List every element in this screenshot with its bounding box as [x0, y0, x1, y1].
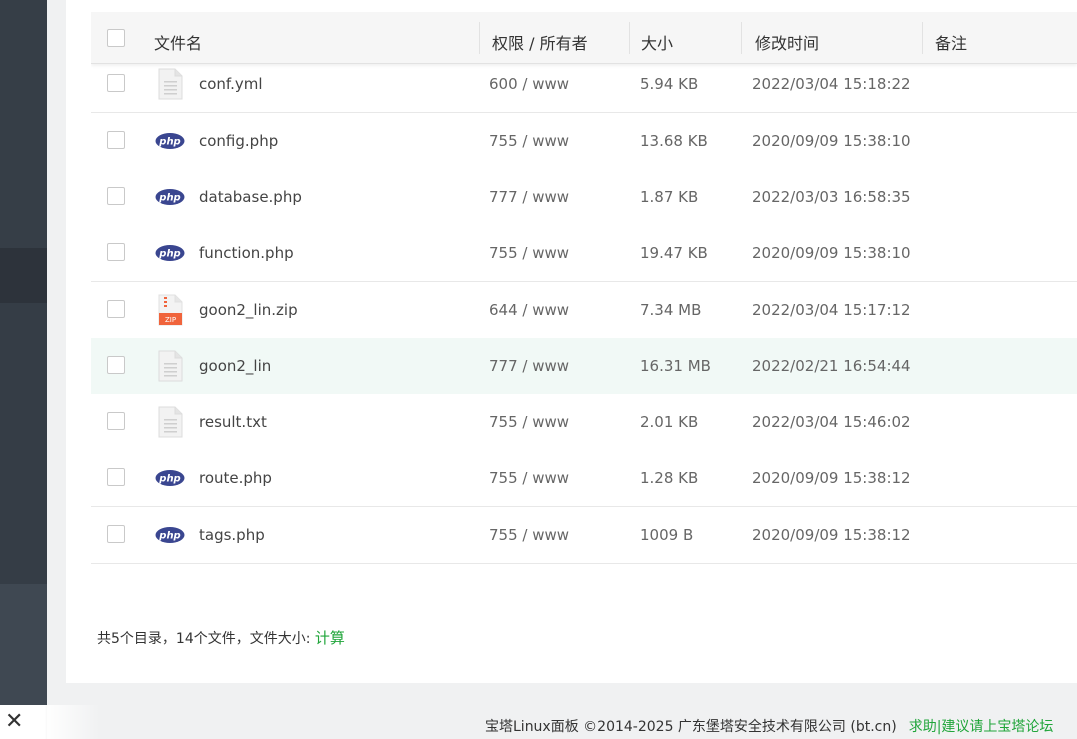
file-permission[interactable]: 755 / www	[489, 132, 569, 150]
table-row[interactable]: ZIP goon2_lin.zip 644 / www 7.34 MB 2022/03/…	[91, 281, 1077, 339]
row-checkbox[interactable]	[107, 299, 125, 318]
header-remark[interactable]: 备注	[935, 30, 967, 54]
column-divider[interactable]	[479, 22, 480, 54]
table-row[interactable]: php route.php 755 / www 1.28 KB 2020/09/09 1…	[91, 450, 1077, 508]
file-size: 16.31 MB	[640, 356, 711, 375]
directory-summary: 共5个目录，14个文件，文件大小: 计算	[97, 627, 345, 648]
php-file-icon: php	[155, 181, 185, 213]
copyright-text: 宝塔Linux面板 ©2014-2025 广东堡塔安全技术有限公司 (bt.cn…	[485, 719, 897, 735]
file-name[interactable]: conf.yml	[199, 75, 263, 93]
generic-file-icon	[155, 406, 185, 438]
file-modified-time: 2020/09/09 15:38:10	[752, 131, 911, 150]
file-name[interactable]: tags.php	[199, 526, 265, 544]
file-name[interactable]: function.php	[199, 244, 294, 262]
file-modified-time: 2022/03/04 15:17:12	[752, 300, 911, 319]
sidebar	[0, 0, 47, 739]
file-size: 5.94 KB	[640, 75, 699, 94]
file-size: 2.01 KB	[640, 413, 699, 432]
svg-text:php: php	[158, 474, 180, 485]
file-table: phpcommon.php755 / www36.88 KB2020/09/09…	[91, 12, 1077, 594]
file-size: 1009 B	[640, 525, 694, 544]
file-permission[interactable]: 777 / www	[489, 188, 569, 206]
header-filename[interactable]: 文件名	[154, 30, 202, 54]
sidebar-section[interactable]	[0, 303, 47, 584]
forum-help-link[interactable]: 求助|建议请上宝塔论坛	[909, 719, 1054, 735]
php-file-icon: php	[155, 462, 185, 494]
file-permission[interactable]: 755 / www	[489, 469, 569, 487]
file-permission[interactable]: 755 / www	[489, 413, 569, 431]
row-checkbox[interactable]	[107, 468, 125, 487]
generic-file-icon	[155, 350, 185, 382]
svg-text:ZIP: ZIP	[165, 316, 176, 324]
file-size: 1.87 KB	[640, 187, 699, 206]
row-checkbox[interactable]	[107, 186, 125, 205]
content-gutter	[47, 0, 66, 683]
file-permission[interactable]: 755 / www	[489, 526, 569, 544]
file-permission[interactable]: 755 / www	[489, 244, 569, 262]
row-checkbox[interactable]	[107, 243, 125, 262]
table-row[interactable]: goon2_lin 777 / www 16.31 MB 2022/02/21 16:…	[91, 337, 1077, 395]
file-name[interactable]: database.php	[199, 188, 302, 206]
calculate-size-link[interactable]: 计算	[315, 629, 345, 647]
zip-file-icon: ZIP	[155, 294, 185, 326]
svg-text:php: php	[158, 192, 180, 203]
file-modified-time: 2022/03/04 15:18:22	[752, 75, 911, 94]
file-modified-time: 2020/09/09 15:38:10	[752, 244, 911, 263]
column-divider[interactable]	[629, 22, 630, 54]
table-row[interactable]: php config.php 755 / www 13.68 KB 2020/09/09…	[91, 112, 1077, 170]
table-row[interactable]: php function.php 755 / www 19.47 KB 2020/09/…	[91, 225, 1077, 283]
row-checkbox[interactable]	[107, 412, 125, 431]
row-checkbox[interactable]	[107, 74, 125, 93]
file-size: 1.28 KB	[640, 469, 699, 488]
file-table-header: 文件名 权限 / 所有者 大小 修改时间 备注	[91, 12, 1077, 64]
sidebar-item-active[interactable]	[0, 248, 47, 303]
close-icon[interactable]: ✕	[5, 711, 23, 733]
table-row[interactable]: conf.yml 600 / www 5.94 KB 2022/03/04 15:18…	[91, 56, 1077, 114]
php-file-icon: php	[155, 237, 185, 269]
generic-file-icon	[155, 68, 185, 100]
page-footer: 宝塔Linux面板 ©2014-2025 广东堡塔安全技术有限公司 (bt.cn…	[485, 716, 1053, 736]
svg-text:php: php	[158, 530, 180, 541]
header-size[interactable]: 大小	[641, 30, 673, 54]
file-modified-time: 2020/09/09 15:38:12	[752, 469, 911, 488]
php-file-icon: php	[155, 125, 185, 157]
header-modified-time[interactable]: 修改时间	[755, 30, 819, 54]
summary-text: 共5个目录，14个文件，文件大小:	[97, 631, 315, 647]
column-divider[interactable]	[922, 22, 923, 54]
file-permission[interactable]: 644 / www	[489, 301, 569, 319]
row-checkbox[interactable]	[107, 355, 125, 374]
php-file-icon: php	[155, 519, 185, 551]
sidebar-section[interactable]	[0, 0, 47, 248]
close-button[interactable]: ✕	[0, 705, 100, 739]
file-permission[interactable]: 600 / www	[489, 75, 569, 93]
file-modified-time: 2022/02/21 16:54:44	[752, 356, 911, 375]
file-modified-time: 2022/03/03 16:58:35	[752, 187, 911, 206]
file-size: 13.68 KB	[640, 131, 708, 150]
table-row[interactable]: php database.php 777 / www 1.87 KB 2022/03/0…	[91, 168, 1077, 226]
column-divider[interactable]	[741, 22, 742, 54]
file-size: 7.34 MB	[640, 300, 702, 319]
file-permission[interactable]: 777 / www	[489, 357, 569, 375]
file-name[interactable]: result.txt	[199, 413, 267, 431]
file-name[interactable]: config.php	[199, 132, 278, 150]
file-size: 19.47 KB	[640, 244, 708, 263]
file-name[interactable]: goon2_lin	[199, 357, 271, 375]
file-name[interactable]: goon2_lin.zip	[199, 301, 298, 319]
table-row[interactable]: php tags.php 755 / www 1009 B 2020/09/09 15:…	[91, 506, 1077, 564]
file-modified-time: 2020/09/09 15:38:12	[752, 525, 911, 544]
row-checkbox[interactable]	[107, 130, 125, 149]
header-permission[interactable]: 权限 / 所有者	[492, 30, 588, 54]
row-checkbox[interactable]	[107, 524, 125, 543]
select-all-checkbox[interactable]	[107, 29, 125, 47]
svg-text:php: php	[158, 136, 180, 147]
table-row[interactable]: result.txt 755 / www 2.01 KB 2022/03/04 15:…	[91, 394, 1077, 452]
file-name[interactable]: route.php	[199, 469, 272, 487]
svg-text:php: php	[158, 249, 180, 260]
file-modified-time: 2022/03/04 15:46:02	[752, 413, 911, 432]
